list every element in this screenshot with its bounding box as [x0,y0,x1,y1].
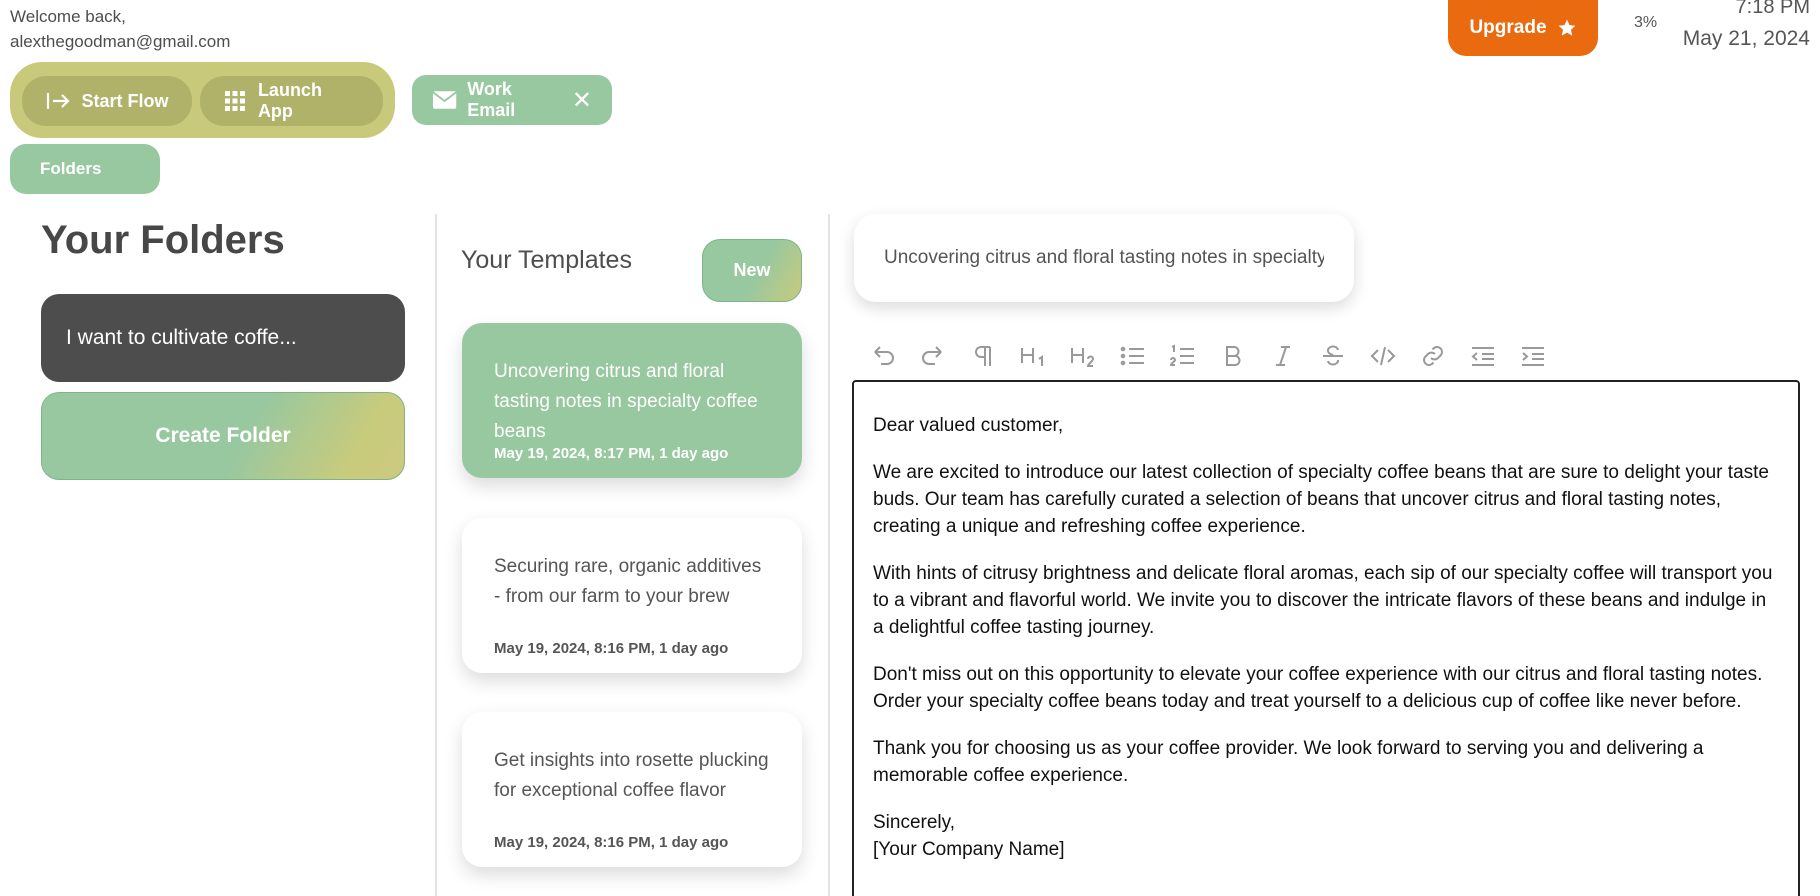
envelope-icon [432,91,457,109]
column-divider [828,214,830,896]
editor-toolbar [858,336,1558,376]
email-paragraph: With hints of citrusy brightness and del… [873,563,1773,638]
folder-item[interactable]: I want to cultivate coffe... [41,294,405,382]
start-flow-label: Start Flow [81,90,169,111]
template-title: Uncovering citrus and floral tasting not… [494,361,758,442]
clock-date: May 21, 2024 [1682,27,1810,50]
bullet-list-icon[interactable] [1108,336,1158,376]
template-title: Get insights into rosette plucking for e… [494,750,769,801]
email-paragraph: Don't miss out on this opportunity to el… [873,664,1763,712]
template-card[interactable]: Securing rare, organic additives - from … [462,518,802,673]
indent-icon[interactable] [1508,336,1558,376]
upgrade-button[interactable]: Upgrade [1448,0,1598,56]
email-paragraph: We are excited to introduce our latest c… [873,462,1769,537]
start-flow-button[interactable]: Start Flow [22,76,192,126]
subject-input[interactable] [884,247,1324,269]
star-icon [1558,19,1575,36]
template-title: Securing rare, organic additives - from … [494,556,762,607]
clock: 7:18 PM May 21, 2024 [1683,0,1810,60]
subject-box [854,214,1354,302]
italic-icon[interactable] [1258,336,1308,376]
redo-icon[interactable] [908,336,958,376]
email-signature: [Your Company Name] [873,839,1065,860]
create-folder-button[interactable]: Create Folder [41,392,405,480]
bold-icon[interactable] [1208,336,1258,376]
template-card[interactable]: Uncovering citrus and floral tasting not… [462,323,802,478]
email-body-editor[interactable]: Dear valued customer, We are excited to … [852,380,1800,896]
template-date: May 19, 2024, 8:17 PM, 1 day ago [494,445,729,462]
launch-app-button[interactable]: Launch App [200,76,383,126]
templates-title: Your Templates [461,246,632,274]
column-divider [435,214,437,896]
close-icon[interactable]: ✕ [572,86,592,115]
upgrade-label: Upgrade [1469,17,1547,38]
heading-1-icon[interactable] [1008,336,1058,376]
template-card[interactable]: Get insights into rosette plucking for e… [462,712,802,867]
email-closing: Sincerely, [873,812,956,833]
email-paragraph: Dear valued customer, [873,415,1064,436]
action-group: Start Flow Launch App [10,62,395,138]
template-date: May 19, 2024, 8:16 PM, 1 day ago [494,834,729,851]
ordered-list-icon[interactable] [1158,336,1208,376]
link-icon[interactable] [1408,336,1458,376]
clock-time: 7:18 PM [1735,0,1810,18]
folders-title: Your Folders [41,218,285,262]
heading-2-icon[interactable] [1058,336,1108,376]
work-email-label: Work Email [467,79,516,120]
new-template-button[interactable]: New [702,239,802,302]
grid-icon [224,91,245,111]
outdent-icon[interactable] [1458,336,1508,376]
email-paragraph: Thank you for choosing us as your coffee… [873,738,1704,786]
template-date: May 19, 2024, 8:16 PM, 1 day ago [494,640,729,657]
undo-icon[interactable] [858,336,908,376]
welcome-text: Welcome back, [10,7,126,26]
code-icon[interactable] [1358,336,1408,376]
paragraph-icon[interactable] [958,336,1008,376]
welcome-block: Welcome back, alexthegoodman@gmail.com [10,4,230,54]
credits-usage: 3% [1634,14,1658,31]
arrow-right-to-bar-icon [47,93,71,109]
user-email: alexthegoodman@gmail.com [10,32,231,51]
tab-folders[interactable]: Folders [10,144,160,194]
launch-app-label: Launch App [257,80,322,121]
work-email-chip[interactable]: Work Email ✕ [412,75,612,125]
strikethrough-icon[interactable] [1308,336,1358,376]
